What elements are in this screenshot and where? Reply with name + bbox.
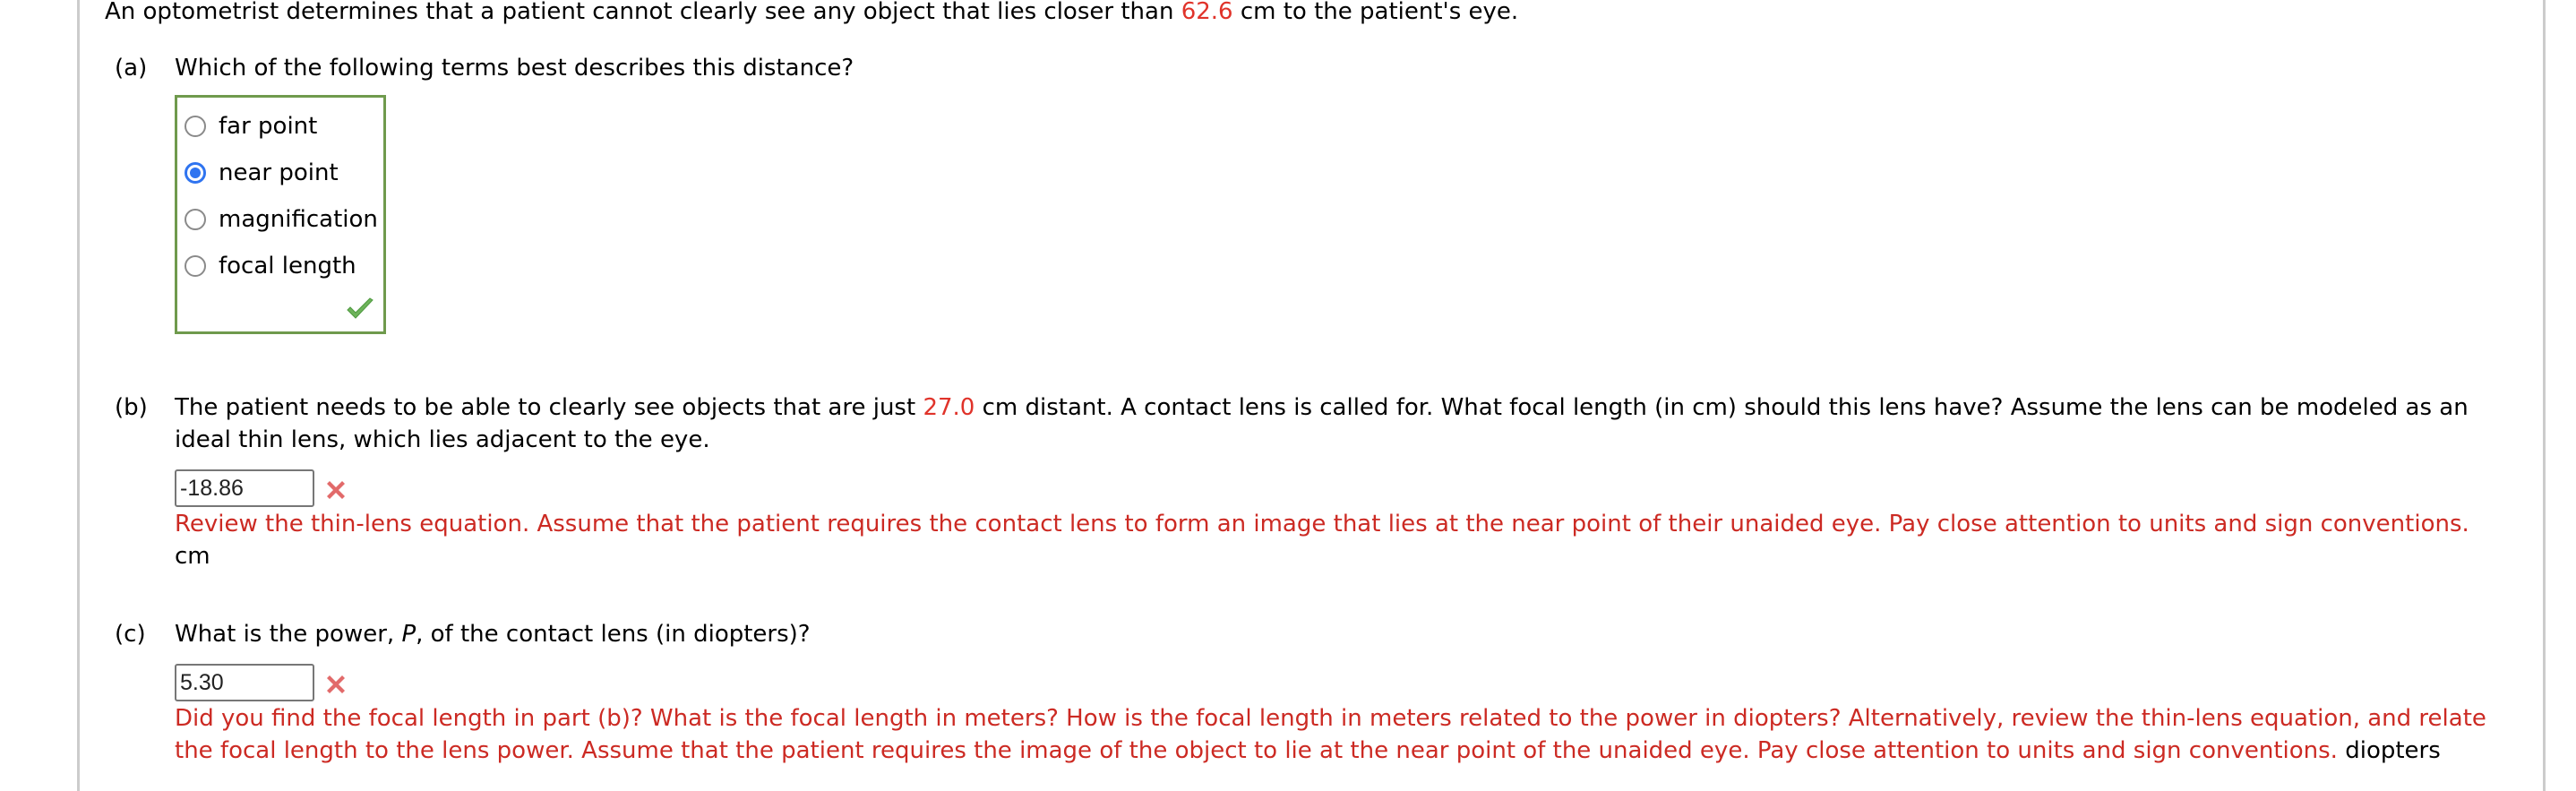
given-distance-value: 62.6 — [1181, 0, 1233, 25]
part-c-feedback-line2: the focal length to the lens power. Assu… — [175, 735, 2441, 767]
part-c-question: What is the power, P, of the contact len… — [175, 618, 811, 650]
choice-label: far point — [219, 113, 318, 140]
checkmark-icon — [347, 297, 374, 319]
choice-magnification[interactable]: magnification — [185, 202, 378, 237]
power-variable: P — [401, 621, 416, 648]
x-mark-icon — [327, 675, 345, 693]
part-c-text: What is the power, — [175, 621, 402, 648]
intro-text: An optometrist determines that a patient… — [105, 0, 1181, 25]
part-b-question-line1: The patient needs to be able to clearly … — [175, 391, 2469, 424]
part-a-choices: far point near point magnification focal… — [175, 95, 386, 334]
part-c-feedback-line1: Did you find the focal length in part (b… — [175, 705, 2486, 732]
part-c-label: (c) — [115, 621, 146, 648]
radio-near-point[interactable] — [185, 162, 206, 184]
choice-label: focal length — [219, 253, 356, 279]
intro-text-end: cm to the patient's eye. — [1232, 0, 1519, 25]
part-c-text-end: , of the contact lens (in diopters)? — [416, 621, 811, 648]
choice-near-point[interactable]: near point — [185, 155, 339, 191]
part-c-feedback-text: the focal length to the lens power. Assu… — [175, 737, 2338, 764]
part-b-text-end: cm distant. A contact lens is called for… — [975, 394, 2469, 421]
part-b-label: (b) — [115, 394, 148, 421]
part-b-answer-input[interactable]: -18.86 — [175, 469, 314, 507]
choice-focal-length[interactable]: focal length — [185, 248, 356, 284]
part-b-question-line2: ideal thin lens, which lies adjacent to … — [175, 426, 710, 453]
part-b-text: The patient needs to be able to clearly … — [175, 394, 923, 421]
problem-intro: An optometrist determines that a patient… — [105, 0, 1518, 28]
x-mark-icon — [327, 481, 345, 499]
choice-label: near point — [219, 159, 339, 186]
choice-label: magnification — [219, 206, 378, 233]
part-b-unit: cm — [175, 543, 210, 570]
part-a-label: (a) — [115, 55, 148, 82]
radio-focal-length[interactable] — [185, 255, 206, 277]
choice-far-point[interactable]: far point — [185, 108, 317, 144]
part-a-question: Which of the following terms best descri… — [175, 55, 854, 82]
radio-far-point[interactable] — [185, 116, 206, 137]
part-c-unit: diopters — [2345, 737, 2441, 764]
radio-magnification[interactable] — [185, 209, 206, 230]
given-target-distance-value: 27.0 — [923, 394, 975, 421]
part-b-feedback: Review the thin-lens equation. Assume th… — [175, 511, 2469, 537]
part-c-answer-input[interactable]: 5.30 — [175, 664, 314, 701]
